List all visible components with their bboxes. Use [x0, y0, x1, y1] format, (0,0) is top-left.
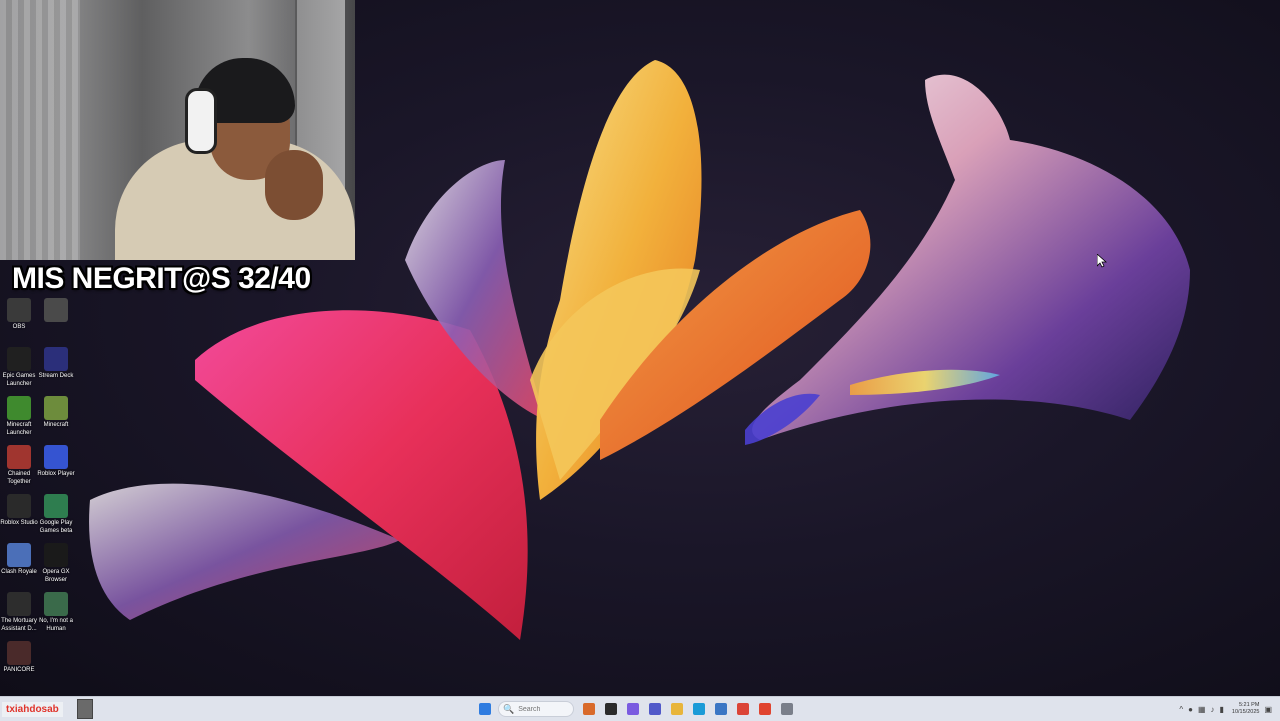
minecraft-icon — [44, 396, 68, 420]
obs-icon — [7, 298, 31, 322]
webcam-overlay — [0, 0, 355, 260]
desktop-icon[interactable]: The Mortuary Assistant D... — [0, 592, 38, 633]
chained-together-icon — [7, 445, 31, 469]
edge-icon — [693, 703, 705, 715]
taskbar-chrome[interactable] — [734, 700, 752, 718]
desktop-icon-label: Opera GX Browser — [42, 569, 70, 583]
stream-deck-icon — [44, 347, 68, 371]
desktop-icon-label: Clash Royale — [1, 569, 37, 575]
clash-royale-icon — [7, 543, 31, 567]
desktop-icon-label: Stream Deck — [38, 373, 74, 379]
notification-icon[interactable]: ▣ — [1264, 705, 1272, 714]
taskbar-terminal[interactable] — [602, 700, 620, 718]
roblox-player-icon — [44, 445, 68, 469]
desktop-icon-label: No, I'm not a Human — [39, 618, 73, 632]
chrome-icon — [737, 703, 749, 715]
desktop-icon[interactable]: Clash Royale — [0, 543, 38, 577]
taskbar-center: 🔍 — [476, 699, 800, 719]
taskbar-edge[interactable] — [690, 700, 708, 718]
taskbar-widget[interactable] — [580, 700, 598, 718]
chevron-up-icon[interactable]: ^ — [1179, 705, 1183, 714]
clock-time: 5:21 PM — [1238, 702, 1260, 708]
taskbar-file-explorer[interactable] — [668, 700, 686, 718]
desktop-icon-label: Roblox Studio — [0, 520, 38, 526]
store-icon — [715, 703, 727, 715]
taskbar-store[interactable] — [712, 700, 730, 718]
desktop-icon[interactable]: Minecraft — [37, 396, 75, 430]
search-input[interactable] — [518, 705, 571, 713]
taskbar-search[interactable]: 🔍 — [498, 701, 574, 717]
taskbar-copilot[interactable] — [624, 700, 642, 718]
webcam-streamer-hand — [265, 150, 323, 220]
microphone-icon[interactable]: ● — [1188, 705, 1193, 714]
gear-icon — [781, 703, 793, 715]
taskbar-teams[interactable] — [646, 700, 664, 718]
taskbar-status-text[interactable]: txiahdosab — [2, 701, 63, 717]
clock[interactable]: 5:21 PM 10/15/2025 — [1232, 702, 1260, 716]
desktop-icon-label: Minecraft — [43, 422, 69, 428]
desktop-icon[interactable]: No, I'm not a Human — [37, 592, 75, 633]
desktop-icon[interactable]: OBS — [0, 298, 38, 332]
search-icon: 🔍 — [503, 703, 515, 714]
mouse-cursor-icon — [1097, 254, 1107, 268]
widget-icon — [583, 703, 595, 715]
google-play-games-icon — [44, 494, 68, 518]
taskbar-app[interactable] — [756, 700, 774, 718]
roblox-studio-icon — [7, 494, 31, 518]
app-icon — [44, 298, 68, 322]
desktop-icon-label: PANICORE — [3, 667, 35, 673]
desktop-icon[interactable] — [37, 298, 75, 324]
taskbar-thumbnail[interactable] — [76, 699, 93, 719]
epic-games-icon — [7, 347, 31, 371]
network-icon[interactable]: ▦ — [1198, 705, 1206, 714]
desktop: MIS NEGRIT@S 32/40 OBS Epic Games Launche… — [0, 0, 1280, 696]
desktop-icon[interactable]: PANICORE — [0, 641, 38, 675]
desktop-icon-label: Google Play Games beta — [39, 520, 73, 534]
headset-icon — [185, 88, 217, 154]
desktop-icon[interactable]: Roblox Studio — [0, 494, 38, 528]
mortuary-assistant-icon — [7, 592, 31, 616]
desktop-icon-label: Epic Games Launcher — [2, 373, 36, 387]
taskbar-settings[interactable] — [778, 700, 796, 718]
battery-icon[interactable]: ▮ — [1220, 705, 1224, 714]
minecraft-launcher-icon — [7, 396, 31, 420]
folder-icon — [671, 703, 683, 715]
desktop-icon[interactable]: Opera GX Browser — [37, 543, 75, 584]
clock-date: 10/15/2025 — [1231, 709, 1260, 715]
terminal-icon — [605, 703, 617, 715]
desktop-icon[interactable]: Roblox Player — [37, 445, 75, 479]
taskbar-left: txiahdosab — [2, 699, 93, 719]
desktop-icon-label: OBS — [12, 324, 26, 330]
desktop-icon[interactable]: Epic Games Launcher — [0, 347, 38, 388]
desktop-icon[interactable]: Stream Deck — [37, 347, 75, 381]
panicore-icon — [7, 641, 31, 665]
not-a-human-icon — [44, 592, 68, 616]
desktop-icon-label: Roblox Player — [37, 471, 75, 477]
desktop-icon[interactable]: Chained Together — [0, 445, 38, 486]
stream-title-overlay: MIS NEGRIT@S 32/40 — [12, 262, 311, 295]
copilot-icon — [627, 703, 639, 715]
webcam-curtain — [0, 0, 80, 260]
desktop-icon-label: Chained Together — [7, 471, 31, 485]
opera-gx-icon — [44, 543, 68, 567]
start-button[interactable] — [476, 700, 494, 718]
teams-icon — [649, 703, 661, 715]
desktop-icon-label: Minecraft Launcher — [6, 422, 32, 436]
volume-icon[interactable]: ♪ — [1211, 705, 1215, 714]
desktop-icon-label: The Mortuary Assistant D... — [1, 618, 37, 632]
taskbar: txiahdosab 🔍 ^ ● ▦ ♪ ▮ 5:21 PM 10/15/202… — [0, 696, 1280, 721]
desktop-icon[interactable]: Minecraft Launcher — [0, 396, 38, 437]
windows-icon — [479, 703, 491, 715]
system-tray: ^ ● ▦ ♪ ▮ 5:21 PM 10/15/2025 ▣ — [1174, 699, 1272, 719]
app-icon — [759, 703, 771, 715]
desktop-icon[interactable]: Google Play Games beta — [37, 494, 75, 535]
